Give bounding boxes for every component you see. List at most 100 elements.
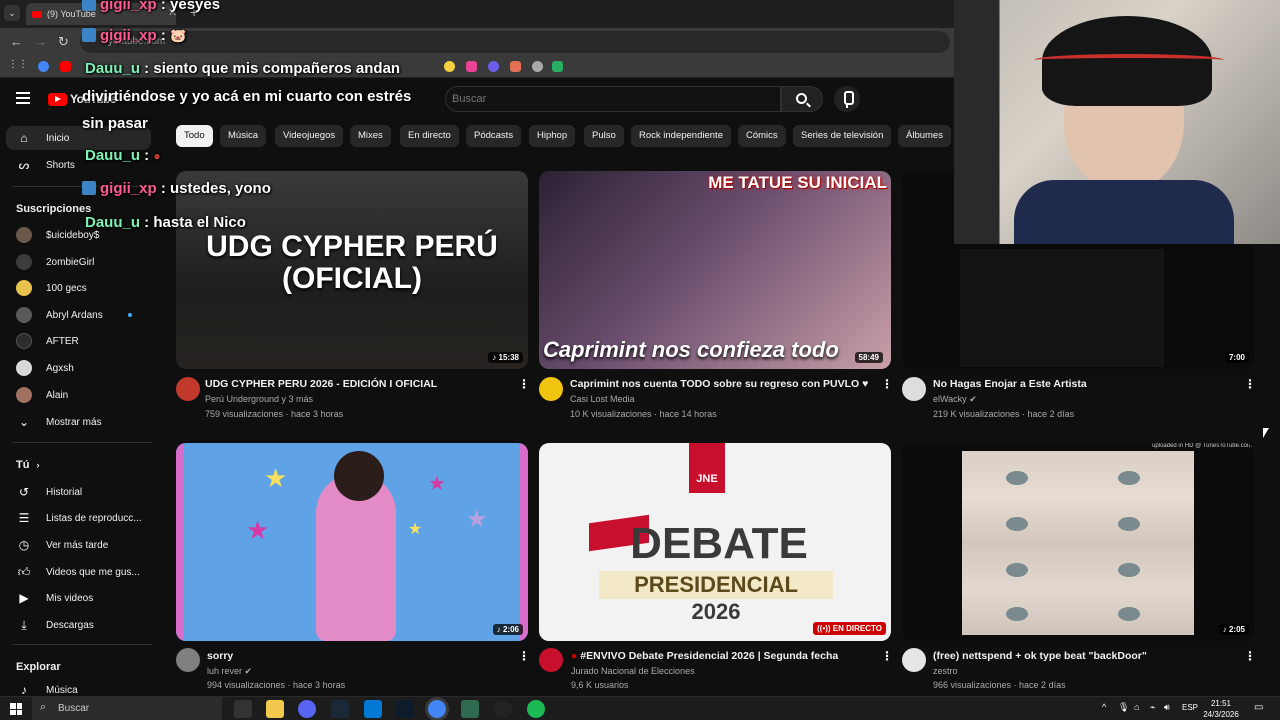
video-title[interactable]: sorry bbox=[207, 650, 233, 662]
back-icon[interactable]: ← bbox=[10, 34, 23, 49]
chip-hiphop[interactable]: Hiphop bbox=[529, 125, 576, 147]
chip-podcasts[interactable]: Pódcasts bbox=[466, 125, 522, 147]
apps-grid-icon[interactable]: ⋮⋮ bbox=[8, 59, 28, 70]
sidebar-sub-100gecs[interactable]: 100 gecs bbox=[0, 276, 150, 300]
tray-chevron-icon[interactable]: ^ bbox=[1102, 702, 1106, 712]
video-title[interactable]: No Hagas Enojar a Este Artista bbox=[933, 378, 1087, 390]
more-options-icon[interactable]: ⋮ bbox=[518, 649, 530, 663]
address-bar[interactable]: youtube.com bbox=[80, 31, 950, 53]
bookmark-icon-1[interactable] bbox=[444, 61, 455, 72]
sidebar-item-historial[interactable]: ↺ Historial bbox=[0, 480, 150, 504]
taskbar-clock[interactable]: 21:51 24/3/2026 bbox=[1196, 698, 1246, 720]
video-channel[interactable]: elWacky ✔ bbox=[933, 394, 977, 405]
search-button[interactable] bbox=[781, 86, 823, 112]
more-options-icon[interactable]: ⋮ bbox=[518, 377, 530, 391]
tab-list-button[interactable]: ⌄ bbox=[4, 5, 20, 21]
taskbar-search-input[interactable]: Buscar bbox=[32, 697, 222, 720]
chat-username: Dauu_u bbox=[85, 60, 141, 77]
task-view-icon[interactable] bbox=[234, 700, 252, 718]
sidebar-sub-alain[interactable]: Alain bbox=[0, 383, 150, 407]
sidebar-sub-after[interactable]: AFTER bbox=[0, 329, 150, 353]
chip-pulso[interactable]: Pulso bbox=[584, 125, 624, 147]
sidebar-item-label: 100 gecs bbox=[46, 282, 87, 294]
more-options-icon[interactable]: ⋮ bbox=[881, 649, 893, 663]
bookmark-icon-3[interactable] bbox=[488, 61, 499, 72]
video-title[interactable]: UDG CYPHER PERU 2026 - EDICIÓN I OFICIAL bbox=[205, 378, 437, 390]
video-channel[interactable]: Perú Underground y 3 más bbox=[205, 394, 313, 404]
menu-icon[interactable] bbox=[16, 92, 30, 104]
volume-tray-icon[interactable]: 🔊︎ bbox=[1164, 702, 1170, 713]
chip-todo[interactable]: Todo bbox=[176, 125, 213, 147]
subscriptions-heading[interactable]: Suscripciones bbox=[16, 203, 91, 215]
show-more-button[interactable]: ⌄ Mostrar más bbox=[0, 410, 150, 434]
chat-message: Dauu_u : siento que mis compañeros andan bbox=[85, 60, 400, 77]
mic-tray-icon[interactable]: 🎙︎ bbox=[1118, 702, 1129, 713]
video-channel[interactable]: zestro bbox=[933, 666, 958, 676]
steam-icon[interactable] bbox=[331, 700, 349, 718]
video-thumbnail[interactable]: ME TATUE SU INICIAL Caprimint nos confie… bbox=[539, 171, 891, 369]
video-channel[interactable]: Jurado Nacional de Elecciones bbox=[571, 666, 695, 676]
more-options-icon[interactable]: ⋮ bbox=[1244, 649, 1256, 663]
chip-rock-independiente[interactable]: Rock independiente bbox=[631, 125, 731, 147]
bookmark-icon-2[interactable] bbox=[466, 61, 477, 72]
more-options-icon[interactable]: ⋮ bbox=[881, 377, 893, 391]
more-options-icon[interactable]: ⋮ bbox=[1244, 377, 1256, 391]
sheets-bookmark-icon[interactable] bbox=[552, 61, 563, 72]
windows-taskbar: Buscar ⌕ ^ 🎙︎ ⌂ ⌁ 🔊︎ ESP 21:51 24/3/2026… bbox=[0, 696, 1280, 720]
sidebar-item-liked[interactable]: 👍︎ Videos que me gus... bbox=[0, 560, 150, 584]
video-thumbnail[interactable]: JNE DEBATE PRESIDENCIAL 2026 ((•)) EN DI… bbox=[539, 443, 891, 641]
channel-avatar[interactable] bbox=[539, 648, 563, 672]
bookmark-icon-5[interactable] bbox=[532, 61, 543, 72]
sidebar-sub-agxsh[interactable]: Agxsh bbox=[0, 356, 150, 380]
obs-icon[interactable] bbox=[494, 700, 512, 718]
chip-series-tv[interactable]: Series de televisión bbox=[793, 125, 892, 147]
channel-avatar[interactable] bbox=[176, 648, 200, 672]
wifi-tray-icon[interactable]: ⌁ bbox=[1150, 702, 1155, 713]
video-title[interactable]: Caprimint nos cuenta TODO sobre su regre… bbox=[570, 378, 868, 390]
chat-message: Dauu_u : ● bbox=[85, 147, 161, 164]
video-title[interactable]: ● #ENVIVO Debate Presidencial 2026 | Seg… bbox=[571, 650, 838, 662]
sidebar-item-downloads[interactable]: ⤓ Descargas bbox=[0, 613, 150, 637]
search-input[interactable]: Buscar bbox=[445, 86, 781, 112]
sidebar-sub-abryl-ardans[interactable]: Abryl Ardans bbox=[0, 303, 150, 327]
sidebar-sub-2ombiegirl[interactable]: 2ombieGirl bbox=[0, 250, 150, 274]
emote-icon: 🐷 bbox=[170, 28, 187, 43]
you-heading[interactable]: Tú › bbox=[16, 459, 40, 471]
video-title[interactable]: (free) nettspend + ok type beat "backDoo… bbox=[933, 650, 1147, 662]
windows-start-icon[interactable] bbox=[10, 703, 22, 715]
app-icon[interactable] bbox=[461, 700, 479, 718]
video-channel[interactable]: Casi Lost Media bbox=[570, 394, 635, 404]
vscode-icon[interactable] bbox=[364, 700, 382, 718]
bookmark-icon-4[interactable] bbox=[510, 61, 521, 72]
chrome-icon[interactable] bbox=[428, 700, 446, 718]
photoshop-icon[interactable] bbox=[396, 700, 414, 718]
sidebar-item-my-videos[interactable]: ▶ Mis videos bbox=[0, 586, 150, 610]
notifications-icon[interactable]: ▭ bbox=[1254, 702, 1263, 713]
network-tray-icon[interactable]: ⌂ bbox=[1134, 702, 1139, 712]
chip-albumes[interactable]: Álbumes bbox=[898, 125, 951, 147]
video-thumbnail[interactable]: ★ ★ ★ ★ ★ ♪ 2:06 bbox=[176, 443, 528, 641]
chip-comics[interactable]: Cómics bbox=[738, 125, 786, 147]
video-thumbnail[interactable]: UDG CYPHER PERÚ (OFICIAL) ♪ 15:38 bbox=[176, 171, 528, 369]
video-channel[interactable]: luh rever ✔ bbox=[207, 666, 252, 677]
channel-avatar[interactable] bbox=[902, 648, 926, 672]
discord-icon[interactable] bbox=[298, 700, 316, 718]
chip-videojuegos[interactable]: Videojuegos bbox=[275, 125, 344, 147]
forward-icon[interactable]: → bbox=[34, 34, 47, 49]
voice-search-icon[interactable] bbox=[834, 86, 860, 112]
reload-icon[interactable]: ↻ bbox=[58, 34, 69, 50]
google-bookmark-icon[interactable] bbox=[38, 61, 49, 72]
channel-avatar[interactable] bbox=[539, 377, 563, 401]
spotify-icon[interactable] bbox=[527, 700, 545, 718]
video-meta: 759 visualizaciones · hace 3 horas bbox=[205, 409, 344, 419]
sidebar-item-playlists[interactable]: ☰ Listas de reproducc... bbox=[0, 506, 150, 530]
file-explorer-icon[interactable] bbox=[266, 700, 284, 718]
chip-en-directo[interactable]: En directo bbox=[400, 125, 459, 147]
sidebar-item-watch-later[interactable]: ◷ Ver más tarde bbox=[0, 533, 150, 557]
chip-musica[interactable]: Música bbox=[220, 125, 267, 147]
chip-mixes[interactable]: Mixes bbox=[350, 125, 391, 147]
channel-avatar[interactable] bbox=[902, 377, 926, 401]
channel-avatar[interactable] bbox=[176, 377, 200, 401]
youtube-bookmark-icon[interactable] bbox=[60, 61, 71, 72]
video-thumbnail[interactable]: uploaded in HD @ TunesToTube.com ♪ 2:05 bbox=[902, 443, 1254, 641]
